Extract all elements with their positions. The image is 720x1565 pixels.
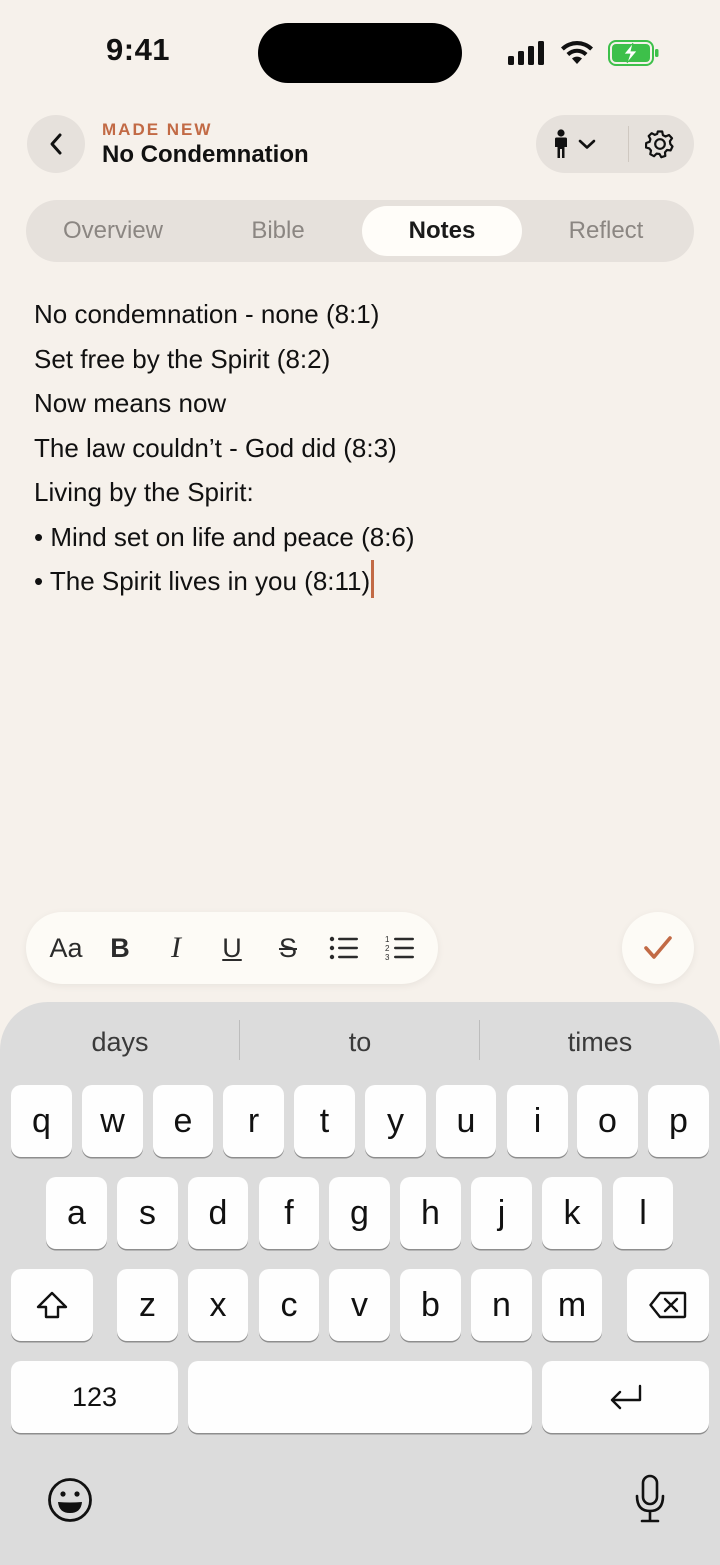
space-key[interactable] [188, 1361, 532, 1433]
chevron-left-icon [50, 133, 62, 155]
note-line: • Mind set on life and peace (8:6) [34, 521, 415, 552]
key-w[interactable]: w [82, 1085, 143, 1157]
tab-reflect[interactable]: Reflect [524, 206, 688, 256]
note-line: Now means now [34, 388, 227, 418]
numbered-list-button[interactable]: 1 2 3 [378, 928, 422, 968]
key-s[interactable]: s [117, 1177, 178, 1249]
underline-button[interactable]: U [210, 928, 254, 968]
wifi-icon [561, 41, 593, 64]
key-t[interactable]: t [294, 1085, 355, 1157]
suggestion-1[interactable]: days [0, 1022, 240, 1062]
tab-overview[interactable]: Overview [30, 206, 196, 256]
key-y[interactable]: y [365, 1085, 426, 1157]
emoji-button[interactable] [44, 1474, 96, 1526]
microphone-icon [635, 1474, 665, 1523]
bold-button[interactable]: B [98, 928, 142, 968]
note-line-text: • The Spirit lives in you (8:11) [34, 566, 371, 596]
key-z[interactable]: z [117, 1269, 178, 1341]
bold-label: B [110, 932, 130, 963]
note-line: No condemnation - none (8:1) [34, 299, 380, 329]
gear-icon [645, 130, 674, 159]
svg-text:2: 2 [385, 944, 390, 953]
chevron-down-icon [578, 139, 596, 149]
text-style-button[interactable]: Aa [44, 928, 88, 968]
suggestion-3[interactable]: times [480, 1022, 720, 1062]
key-l[interactable]: l [613, 1177, 673, 1249]
key-q[interactable]: q [11, 1085, 72, 1157]
svg-text:1: 1 [385, 935, 390, 944]
dictation-button[interactable] [626, 1470, 674, 1528]
series-kicker: MADE NEW [102, 120, 213, 139]
notes-editor[interactable]: No condemnation - none (8:1) Set free by… [34, 292, 694, 604]
numbers-key[interactable]: 123 [11, 1361, 178, 1433]
shift-key[interactable] [11, 1269, 93, 1341]
numbered-list-icon: 1 2 3 [385, 935, 414, 961]
key-c[interactable]: c [259, 1269, 319, 1341]
key-g[interactable]: g [329, 1177, 390, 1249]
done-button[interactable] [622, 912, 694, 984]
key-h[interactable]: h [400, 1177, 461, 1249]
key-u[interactable]: u [436, 1085, 496, 1157]
key-n[interactable]: n [471, 1269, 532, 1341]
back-button[interactable] [27, 115, 85, 173]
note-line: Set free by the Spirit (8:2) [34, 343, 331, 374]
cellular-signal-icon [508, 41, 544, 65]
emoji-icon [48, 1478, 92, 1522]
key-o[interactable]: o [577, 1085, 638, 1157]
dynamic-island [258, 23, 462, 83]
backspace-icon [649, 1291, 687, 1319]
key-k[interactable]: k [542, 1177, 602, 1249]
underline-label: U [222, 932, 242, 963]
key-p[interactable]: p [648, 1085, 709, 1157]
note-line: The law couldn’t - God did (8:3) [34, 432, 397, 463]
strikethrough-label: S [278, 932, 297, 963]
italic-label: I [171, 931, 181, 964]
bullet-list-icon [329, 936, 358, 960]
key-e[interactable]: e [153, 1085, 213, 1157]
person-menu-button[interactable] [552, 125, 608, 163]
shift-icon [36, 1291, 68, 1319]
key-a[interactable]: a [46, 1177, 107, 1249]
note-line-last: • The Spirit lives in you (8:11) [34, 559, 694, 604]
person-icon [555, 129, 567, 158]
battery-charging-icon [608, 40, 659, 66]
key-x[interactable]: x [188, 1269, 248, 1341]
page-title: No Condemnation [102, 141, 309, 168]
text-style-label: Aa [49, 932, 83, 963]
key-r[interactable]: r [223, 1085, 284, 1157]
settings-button[interactable] [640, 124, 680, 164]
key-f[interactable]: f [259, 1177, 319, 1249]
tab-bible[interactable]: Bible [196, 206, 360, 256]
header-divider [628, 126, 629, 162]
return-key[interactable] [542, 1361, 709, 1433]
return-icon [610, 1384, 641, 1410]
bullet-list-button[interactable] [322, 928, 366, 968]
key-b[interactable]: b [400, 1269, 461, 1341]
note-line: Living by the Spirit: [34, 477, 254, 507]
strikethrough-button[interactable]: S [266, 928, 310, 968]
text-caret [371, 560, 375, 598]
checkmark-icon [644, 936, 672, 959]
italic-button[interactable]: I [154, 928, 198, 968]
delete-key[interactable] [627, 1269, 709, 1341]
key-j[interactable]: j [471, 1177, 532, 1249]
status-icons [508, 36, 660, 70]
status-time: 9:41 [106, 32, 171, 67]
key-m[interactable]: m [542, 1269, 602, 1341]
key-i[interactable]: i [507, 1085, 568, 1157]
key-d[interactable]: d [188, 1177, 248, 1249]
tab-notes[interactable]: Notes [362, 206, 522, 256]
key-v[interactable]: v [329, 1269, 390, 1341]
suggestion-2[interactable]: to [240, 1022, 480, 1062]
svg-text:3: 3 [385, 953, 390, 961]
